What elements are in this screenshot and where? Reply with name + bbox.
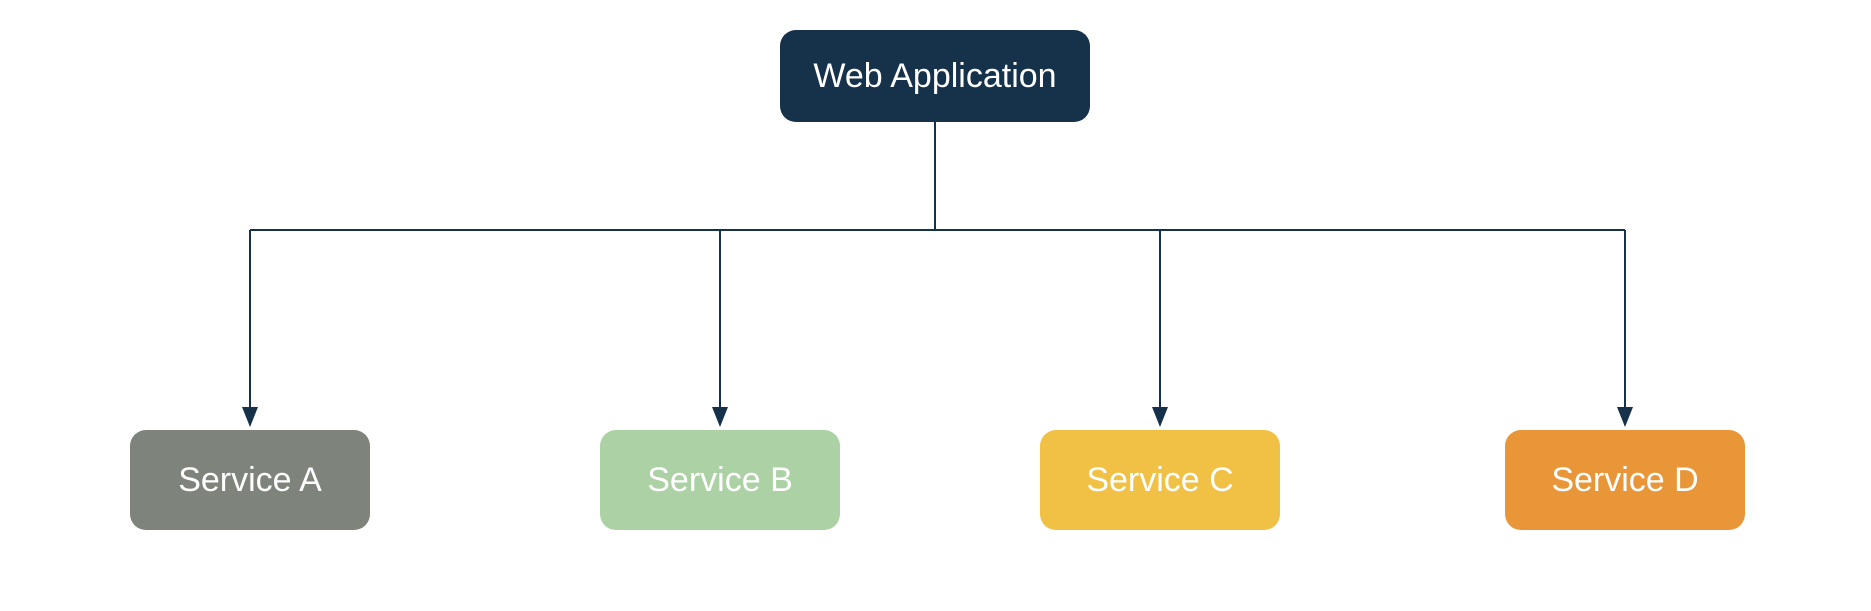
root-node-label: Web Application xyxy=(813,57,1056,96)
service-node-c: Service C xyxy=(1040,430,1280,530)
service-node-d: Service D xyxy=(1505,430,1745,530)
service-node-b: Service B xyxy=(600,430,840,530)
service-node-d-label: Service D xyxy=(1551,461,1698,500)
root-node-web-application: Web Application xyxy=(780,30,1090,122)
service-node-b-label: Service B xyxy=(647,461,793,500)
service-node-a: Service A xyxy=(130,430,370,530)
service-node-a-label: Service A xyxy=(178,461,322,500)
service-node-c-label: Service C xyxy=(1086,461,1233,500)
